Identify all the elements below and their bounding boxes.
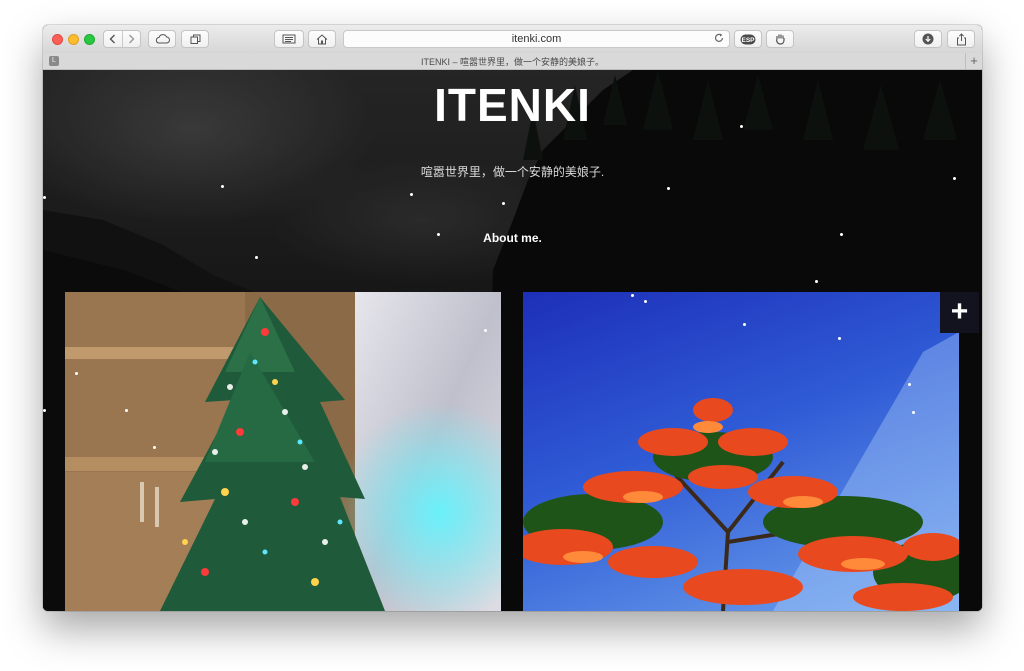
home-button[interactable]: [308, 30, 336, 48]
extension-badge-icon: ESP: [740, 34, 756, 44]
share-icon: [956, 32, 966, 45]
reader-button[interactable]: [274, 30, 304, 48]
snowflake: [125, 409, 128, 412]
page-content: ITENKI 喧嚣世界里，做一个安静的美娘子. About me. +: [43, 70, 982, 611]
snowflake: [644, 300, 647, 303]
new-tab-button[interactable]: +: [965, 53, 982, 69]
snowflake: [743, 323, 746, 326]
expand-plus-button[interactable]: +: [940, 292, 979, 333]
snowflake: [43, 196, 46, 199]
back-forward-group: [103, 30, 141, 48]
snowflake: [840, 233, 843, 236]
site-subtitle: 喧嚣世界里，做一个安静的美娘子.: [420, 165, 605, 179]
minimize-window-button[interactable]: [68, 34, 79, 45]
browser-window: itenki.com ESP L ITENKI – 喧嚣世界里，做一个安静的美娘…: [43, 25, 982, 611]
download-icon: [922, 33, 934, 45]
tab-bar: L ITENKI – 喧嚣世界里，做一个安静的美娘子。 +: [43, 53, 982, 70]
chevron-left-icon: [109, 34, 116, 44]
snowflake: [838, 337, 841, 340]
snowflake: [631, 294, 634, 297]
close-window-button[interactable]: [52, 34, 63, 45]
christmas-tree-photo[interactable]: [65, 292, 501, 611]
flame-tree-image: [523, 332, 959, 611]
home-icon: [316, 33, 328, 44]
snowflake: [43, 409, 46, 412]
snowflake: [815, 280, 818, 283]
snowflake: [484, 329, 487, 332]
chevron-right-icon: [128, 34, 135, 44]
forward-button[interactable]: [121, 31, 141, 47]
site-title[interactable]: ITENKI: [43, 78, 982, 132]
snowflake: [667, 187, 670, 190]
christmas-tree-image: [65, 292, 501, 611]
snowflake: [255, 256, 258, 259]
hand-icon: [775, 34, 785, 45]
snowflake: [740, 125, 743, 128]
extension-button-2[interactable]: [766, 30, 794, 48]
snowflake: [953, 177, 956, 180]
snowflake: [153, 446, 156, 449]
extension-button-1[interactable]: ESP: [734, 30, 762, 48]
snowflake: [410, 193, 413, 196]
share-button[interactable]: [947, 30, 975, 48]
snowflake: [908, 383, 911, 386]
snowflake: [912, 411, 915, 414]
reader-icon: [282, 34, 296, 44]
reload-icon[interactable]: [714, 32, 724, 46]
snowflake: [502, 202, 505, 205]
show-tabs-button[interactable]: [181, 30, 209, 48]
svg-text:ESP: ESP: [741, 37, 755, 44]
tab-title[interactable]: ITENKI – 喧嚣世界里，做一个安静的美娘子。: [43, 55, 982, 68]
address-bar[interactable]: itenki.com: [343, 30, 730, 48]
cloud-icon: [155, 34, 170, 44]
back-button[interactable]: [104, 31, 122, 47]
tabs-icon: [190, 34, 200, 44]
snowflake: [437, 233, 440, 236]
icloud-tabs-button[interactable]: [148, 30, 176, 48]
snowflake: [75, 372, 78, 375]
snowflake: [221, 185, 224, 188]
browser-toolbar: itenki.com ESP: [43, 25, 982, 54]
url-text: itenki.com: [511, 33, 562, 45]
zoom-window-button[interactable]: [84, 34, 95, 45]
downloads-button[interactable]: [914, 30, 942, 48]
flame-tree-photo[interactable]: [523, 292, 959, 611]
